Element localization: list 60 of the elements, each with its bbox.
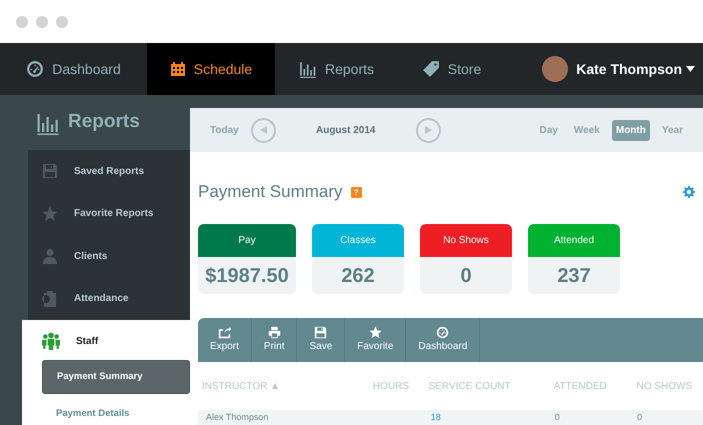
settings-icon[interactable] bbox=[683, 186, 695, 198]
table-cell-text: Alex Thompson bbox=[206, 411, 270, 424]
metric-label: No Shows bbox=[420, 224, 512, 257]
nav-tab[interactable]: Schedule bbox=[147, 43, 275, 95]
table-cell-text: 18 bbox=[430, 411, 442, 424]
star-icon bbox=[42, 206, 58, 222]
next-button[interactable] bbox=[416, 118, 441, 142]
sidebar-item[interactable]: Saved Reports bbox=[28, 150, 190, 192]
clipboard-icon bbox=[42, 290, 58, 307]
window-dot[interactable] bbox=[56, 16, 68, 28]
nav-tab[interactable]: Dashboard bbox=[0, 43, 147, 95]
caret-icon bbox=[686, 66, 695, 72]
avatar-circle bbox=[542, 56, 568, 82]
sidebar-subitem[interactable]: Payment Details bbox=[42, 398, 190, 425]
metric-value: 0 bbox=[459, 264, 473, 288]
nav-tab[interactable]: Reports bbox=[275, 43, 398, 95]
calendar-icon bbox=[170, 61, 186, 77]
metric-value: 237 bbox=[556, 264, 592, 288]
metric-label: Classes bbox=[312, 224, 404, 257]
tag-icon bbox=[422, 60, 440, 78]
period-label: August 2014 bbox=[314, 124, 376, 138]
left-arrow-icon bbox=[260, 126, 267, 134]
right-arrow-icon bbox=[424, 126, 432, 134]
table-cell-text: 0 bbox=[554, 411, 561, 424]
star-icon bbox=[368, 326, 382, 339]
metric-label: Pay bbox=[198, 224, 296, 257]
metric-label: Attended bbox=[528, 224, 620, 257]
sidebar-item[interactable]: Attendance bbox=[28, 278, 190, 320]
today-button[interactable]: Today bbox=[206, 120, 243, 140]
printer-icon bbox=[268, 326, 281, 339]
export-icon bbox=[218, 326, 231, 339]
bar-chart-icon bbox=[298, 60, 317, 78]
gauge-icon bbox=[26, 60, 44, 78]
help-icon[interactable]: ? bbox=[350, 186, 362, 198]
nav-tab[interactable]: Store bbox=[398, 43, 505, 95]
toolbar-button[interactable]: Save bbox=[297, 318, 346, 362]
toolbar-button[interactable]: Print bbox=[252, 318, 298, 362]
toolbar-button[interactable]: Export bbox=[198, 318, 252, 362]
view-tab[interactable]: Month bbox=[612, 120, 650, 140]
sidebar-item[interactable]: Staff bbox=[42, 326, 190, 356]
window-dot[interactable] bbox=[16, 16, 28, 28]
view-tab[interactable]: Year bbox=[658, 120, 687, 140]
people-icon bbox=[42, 332, 60, 350]
metric-value: $1987.50 bbox=[204, 264, 290, 288]
sidebar-title: Reports bbox=[68, 110, 140, 134]
sidebar-subitem[interactable]: Payment Summary bbox=[42, 360, 190, 394]
view-tab[interactable]: Week bbox=[570, 120, 604, 140]
table-cell-text: 0 bbox=[637, 411, 644, 424]
sidebar-item[interactable]: Favorite Reports bbox=[28, 192, 190, 235]
toolbar-button[interactable]: Favorite bbox=[345, 318, 406, 362]
gauge-icon bbox=[436, 326, 450, 339]
user-menu[interactable]: Kate Thompson bbox=[576, 58, 695, 80]
view-tab[interactable]: Day bbox=[536, 120, 562, 140]
report-title: Payment Summary bbox=[198, 181, 343, 204]
person-icon bbox=[42, 248, 58, 264]
toolbar-button[interactable]: Dashboard bbox=[406, 318, 480, 362]
window-dot[interactable] bbox=[36, 16, 48, 28]
sidebar-item[interactable]: Clients bbox=[28, 235, 190, 278]
metric-value: 262 bbox=[340, 264, 376, 288]
previous-button[interactable] bbox=[250, 118, 276, 142]
